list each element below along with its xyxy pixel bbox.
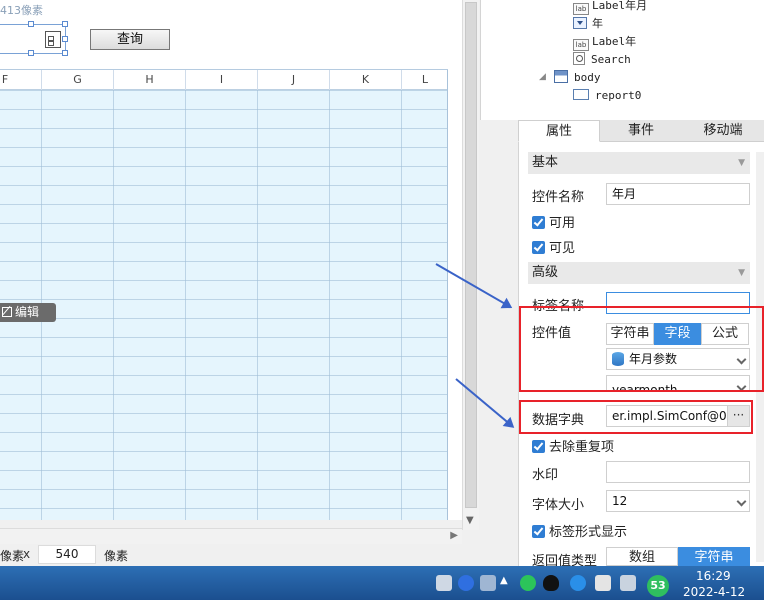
scroll-down-icon[interactable]: ▼ [466, 515, 474, 526]
clock-time[interactable]: 16:29 [696, 569, 731, 583]
label-form-checkbox[interactable]: 标签形式显示 [532, 521, 627, 540]
sheet-border [447, 70, 448, 520]
status-bar: 像素 x 540 像素 [0, 544, 480, 566]
design-canvas[interactable]: 413像素 查询 F G H I J K L 编辑 [0, 0, 462, 520]
combo-icon [573, 17, 587, 29]
chevron-down-icon [736, 496, 747, 507]
scroll-right-icon[interactable]: ▶ [450, 530, 458, 541]
column-header[interactable]: J [257, 70, 329, 90]
unit-label: 像素 [104, 549, 129, 563]
return-type-string[interactable]: 字符串 [678, 547, 750, 566]
property-tabs: 属性 事件 移动端 [518, 120, 764, 142]
tab-mobile[interactable]: 移动端 [682, 120, 764, 142]
report-sheet[interactable]: F G H I J K L [0, 69, 448, 520]
x-label: x [23, 547, 31, 561]
date-widget-selected[interactable] [0, 21, 68, 56]
checkbox-checked-icon [532, 216, 545, 229]
tree-item-label-yearmonth[interactable]: lab Label年月 [573, 0, 647, 15]
report-icon [573, 89, 589, 100]
highlight-box-dictionary [519, 400, 753, 434]
control-name-input[interactable]: 年月 [606, 183, 750, 205]
edit-button[interactable]: 编辑 [0, 303, 56, 322]
checkbox-checked-icon [532, 241, 545, 254]
expand-icon[interactable]: ◢ [539, 72, 546, 82]
enabled-checkbox[interactable]: 可用 [532, 212, 575, 231]
chevron-up-icon[interactable]: ▲ [500, 575, 510, 591]
edit-label: 编辑 [15, 305, 40, 319]
resize-handle[interactable] [28, 21, 34, 27]
volume-icon[interactable] [620, 575, 636, 591]
wechat-icon[interactable] [520, 575, 536, 591]
visible-checkbox[interactable]: 可见 [532, 237, 575, 256]
section-basic[interactable]: 基本 ▼ [528, 152, 750, 174]
highlight-box-control-value [519, 306, 764, 392]
resize-handle[interactable] [62, 50, 68, 56]
network-disconnected-icon[interactable] [595, 575, 611, 591]
resize-handle[interactable] [62, 36, 68, 42]
query-button[interactable]: 查询 [90, 29, 170, 50]
tree-item-year[interactable]: 年 [573, 16, 603, 32]
column-header[interactable]: F [0, 70, 41, 90]
watermark-label: 水印 [532, 468, 559, 483]
section-advanced[interactable]: 高级 ▼ [528, 262, 750, 284]
widget-tree: lab Label年月 年 lab Label年 Search ◢ body rep… [480, 0, 764, 120]
column-header-row: F G H I J K L [0, 70, 448, 90]
font-size-label: 字体大小 [532, 498, 585, 513]
tree-item-report0[interactable]: report0 [573, 88, 641, 104]
collapse-icon: ▼ [738, 158, 745, 168]
control-name-label: 控件名称 [532, 190, 585, 205]
column-header[interactable]: G [41, 70, 113, 90]
column-header[interactable]: H [113, 70, 185, 90]
horizontal-scrollbar[interactable]: ▶ [0, 528, 462, 544]
body-icon [554, 70, 568, 83]
tab-events[interactable]: 事件 [600, 120, 682, 142]
collapse-icon: ▼ [738, 268, 745, 278]
usb-icon[interactable] [480, 575, 496, 591]
tree-item-body[interactable]: body [554, 70, 601, 86]
unit-label: 像素 [0, 549, 25, 563]
tree-item-label-year[interactable]: lab Label年 [573, 34, 636, 51]
cell-grid[interactable] [0, 90, 448, 520]
tree-item-search[interactable]: Search [573, 52, 631, 68]
search-icon [573, 52, 585, 65]
checkbox-checked-icon [532, 440, 545, 453]
resize-handle[interactable] [62, 21, 68, 27]
security-badge-icon[interactable]: 53 [647, 575, 669, 597]
checkbox-checked-icon [532, 525, 545, 538]
keyboard-icon[interactable] [436, 575, 452, 591]
size-hint: 413像素 [0, 4, 43, 17]
clock-date[interactable]: 2022-4-12 [683, 585, 745, 599]
help-icon[interactable] [458, 575, 474, 591]
dedupe-checkbox[interactable]: 去除重复项 [532, 436, 614, 455]
resize-handle[interactable] [28, 50, 34, 56]
edit-icon [2, 307, 12, 317]
column-header[interactable]: L [401, 70, 448, 90]
scroll-thumb[interactable] [465, 2, 477, 508]
tab-properties[interactable]: 属性 [518, 120, 600, 142]
label-icon: lab [573, 3, 589, 15]
calendar-icon [45, 31, 61, 48]
qq-icon[interactable] [543, 575, 559, 591]
app-tray-icon[interactable] [570, 575, 586, 591]
font-size-select[interactable]: 12 [606, 490, 750, 512]
column-header[interactable]: K [329, 70, 401, 90]
vertical-scrollbar[interactable]: ▼ [462, 0, 479, 530]
label-icon: lab [573, 39, 589, 51]
column-header[interactable]: I [185, 70, 257, 90]
watermark-input[interactable] [606, 461, 750, 483]
return-type-array[interactable]: 数组 [606, 547, 678, 566]
x-position-input[interactable]: 540 [38, 545, 96, 564]
